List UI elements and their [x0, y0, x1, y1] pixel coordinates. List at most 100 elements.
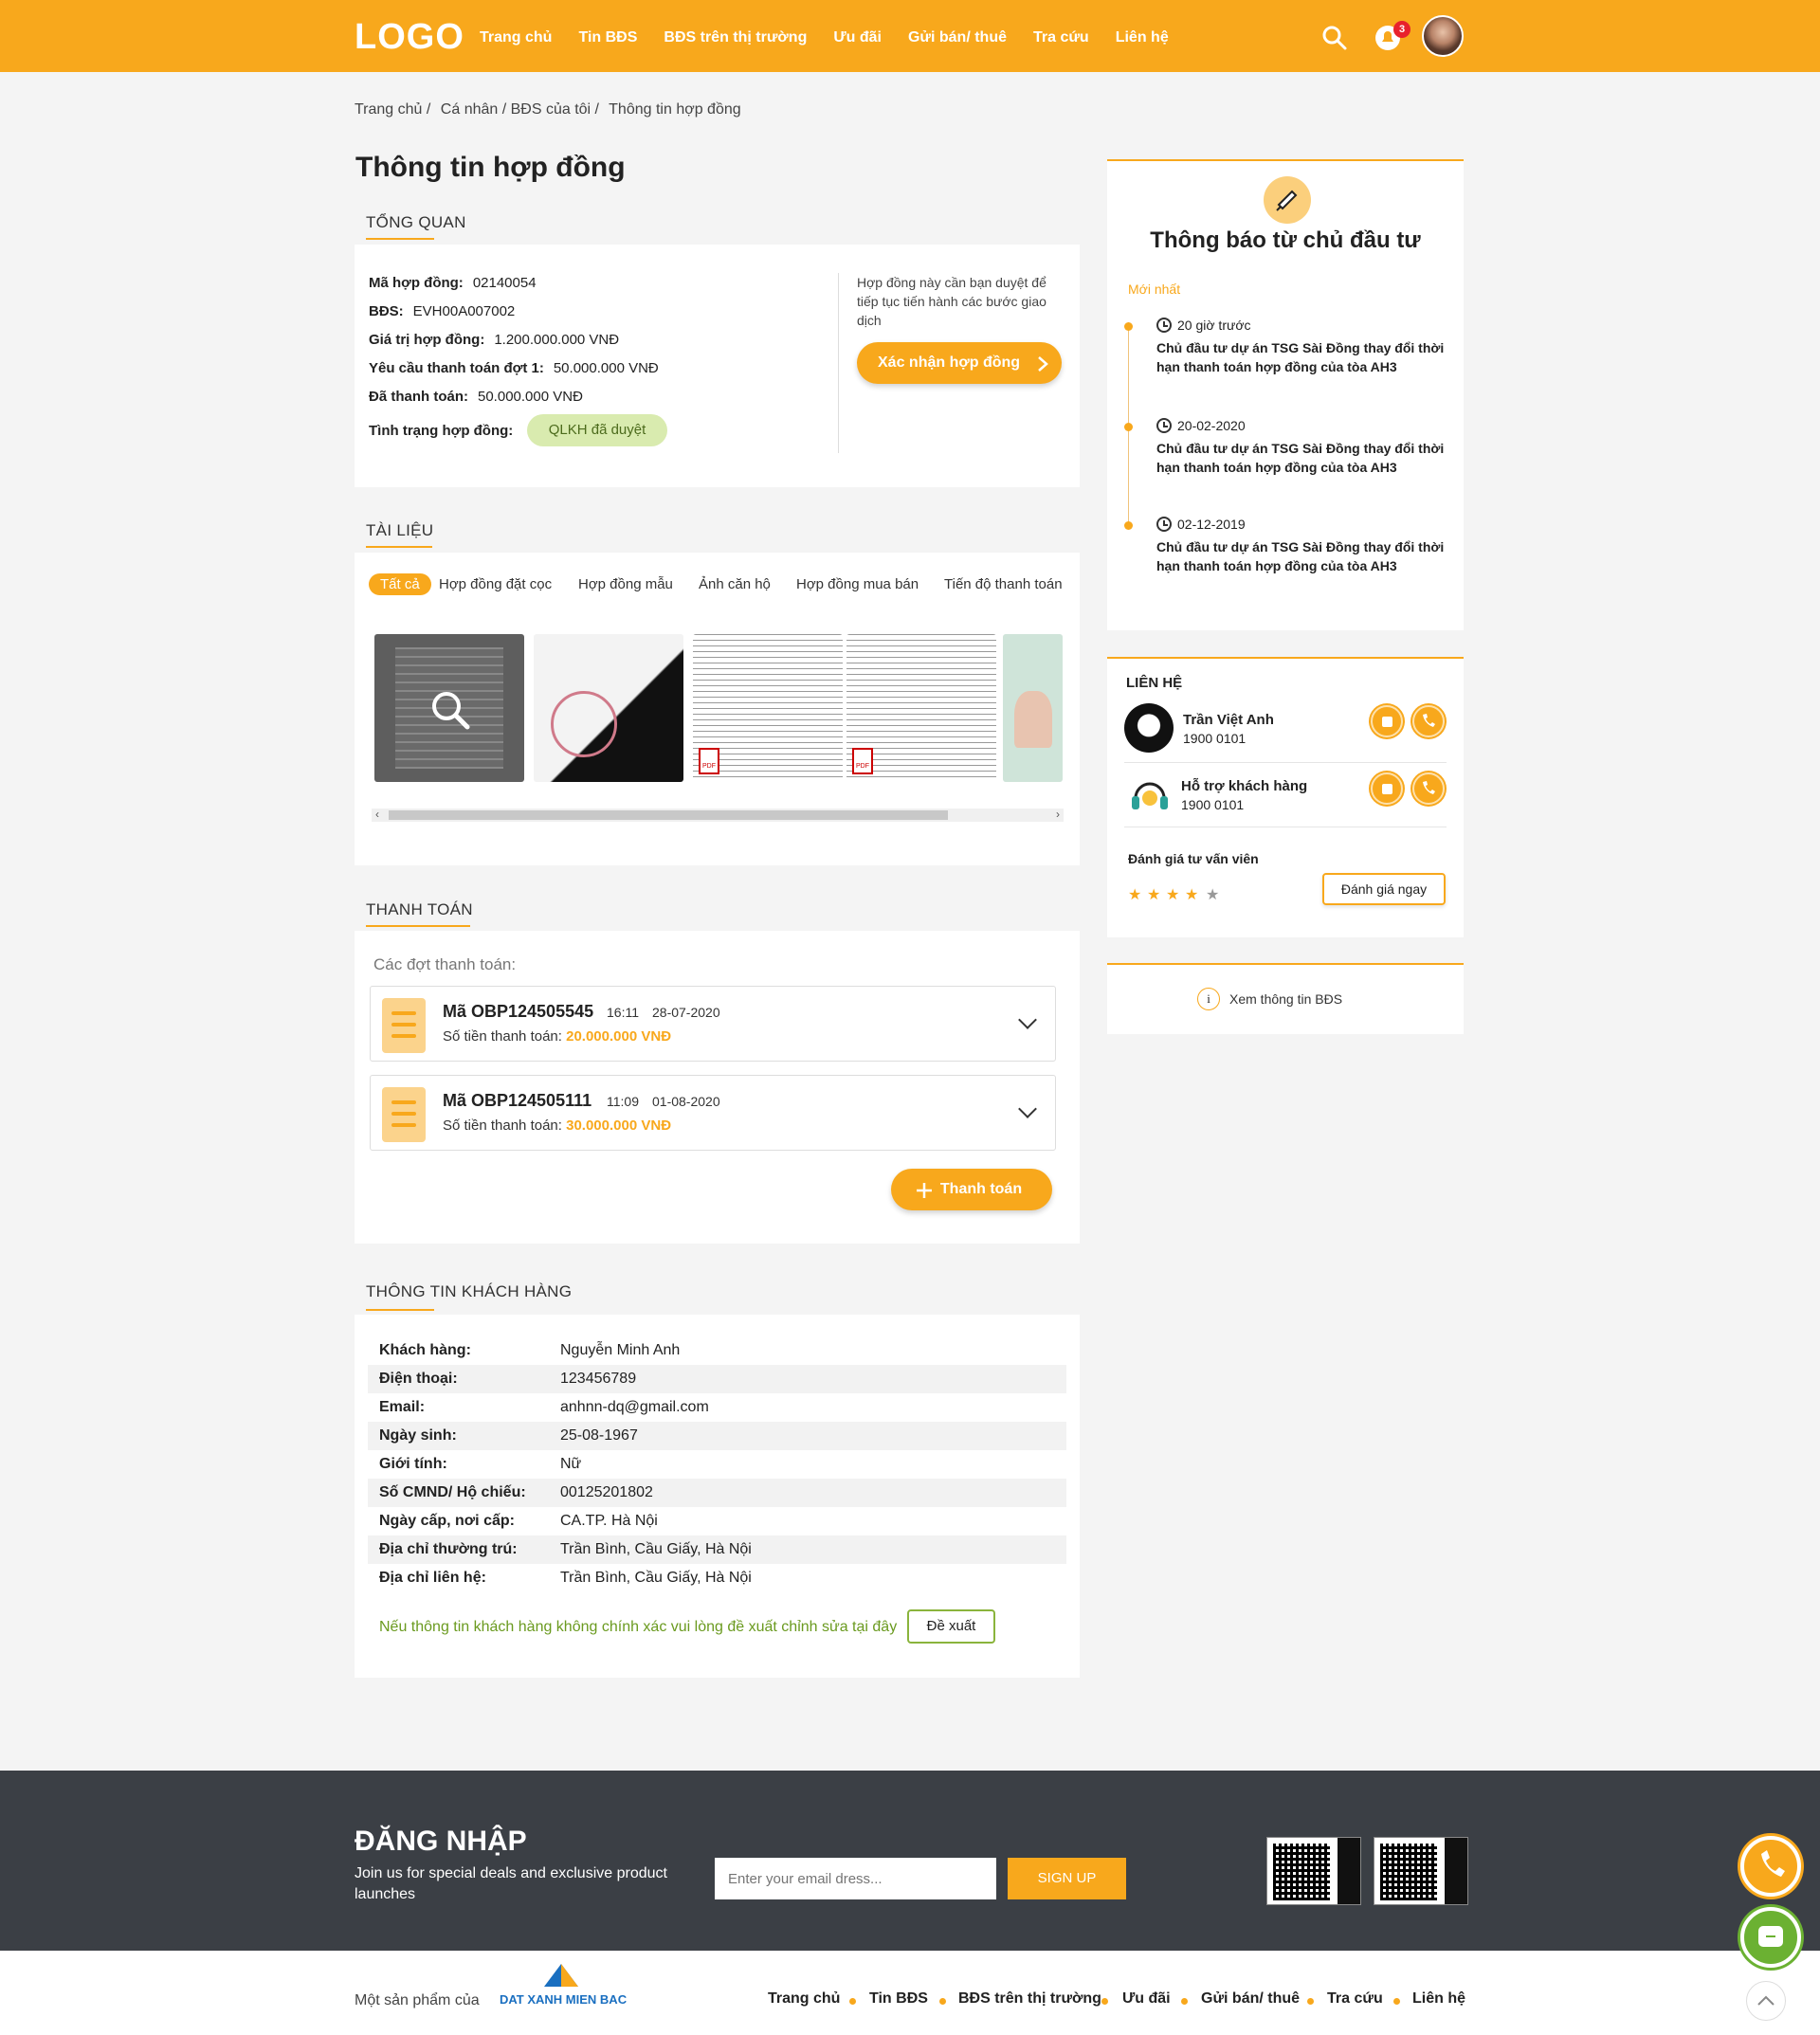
chevron-down-icon[interactable] — [1018, 1099, 1037, 1118]
product-of: Một sản phẩm của — [355, 1992, 480, 2008]
scrollbar-thumb[interactable] — [389, 810, 948, 820]
chevron-down-icon[interactable] — [1018, 1010, 1037, 1029]
brand-name[interactable]: DAT XANH MIEN BAC — [500, 1992, 627, 2007]
star-icon[interactable]: ★ — [1166, 885, 1179, 904]
nav-sell-rent[interactable]: Gửi bán/ thuê — [908, 29, 1007, 46]
support-name: Hỗ trợ khách hàng — [1181, 778, 1308, 794]
nav-dot — [939, 1998, 946, 2005]
view-property-link[interactable]: Xem thông tin BĐS — [1229, 991, 1342, 1007]
propose-button[interactable]: Đề xuất — [907, 1609, 995, 1644]
footer-nav-lookup[interactable]: Tra cứu — [1327, 1990, 1383, 2008]
advisor-phone: 1900 0101 — [1183, 731, 1247, 746]
breadcrumb-my-property[interactable]: Cá nhân / BĐS của tôi / — [441, 101, 599, 118]
label: Giới tính: — [379, 1456, 447, 1472]
tab-all[interactable]: Tất cả — [369, 573, 431, 595]
app-store-qr[interactable] — [1266, 1837, 1361, 1905]
table-row: Địa chỉ liên hệ: Trần Bình, Cầu Giấy, Hà … — [368, 1564, 1066, 1592]
payment-item[interactable]: Mã OBP124505111 11:09 01-08-2020 Số tiền… — [370, 1075, 1056, 1151]
breadcrumb-home[interactable]: Trang chủ / — [355, 101, 430, 118]
google-play-qr[interactable] — [1374, 1837, 1468, 1905]
nav-offers[interactable]: Ưu đãi — [833, 29, 882, 46]
search-icon[interactable] — [1321, 25, 1348, 51]
notice-item[interactable]: 20 giờ trước Chủ đầu tư dự án TSG Sài Đồ… — [1156, 318, 1450, 376]
confirm-note: Hợp đồng này cần bạn duyệt để tiếp tục t… — [857, 275, 1046, 328]
footer-nav-home[interactable]: Trang chủ — [768, 1990, 840, 2008]
payment-item[interactable]: Mã OBP124505545 16:11 28-07-2020 Số tiền… — [370, 986, 1056, 1062]
star-icon[interactable]: ★ — [1147, 885, 1160, 904]
star-icon[interactable]: ★ — [1206, 885, 1219, 904]
table-row: Địa chỉ thường trú: Trần Bình, Cầu Giấy, … — [368, 1535, 1066, 1564]
zoom-icon — [432, 692, 470, 730]
footer-nav-sell-rent[interactable]: Gửi bán/ thuê — [1201, 1990, 1300, 2008]
notification-badge: 3 — [1393, 21, 1410, 38]
chat-icon[interactable] — [1371, 705, 1403, 737]
footer-nav-contact[interactable]: Liên hệ — [1412, 1990, 1465, 2008]
notice-time: 20 giờ trước — [1177, 318, 1251, 333]
nav-news[interactable]: Tin BĐS — [578, 29, 637, 46]
tab-purchase-contract[interactable]: Hợp đồng mua bán — [796, 576, 919, 592]
clock-icon — [1156, 418, 1172, 433]
footer-nav-news[interactable]: Tin BĐS — [869, 1990, 928, 2008]
footer-nav-market[interactable]: BĐS trên thị trường — [958, 1990, 1101, 2008]
tab-apartment-photos[interactable]: Ảnh căn hộ — [699, 576, 771, 592]
receipt-icon — [382, 998, 426, 1053]
document-thumbnail[interactable] — [534, 634, 683, 782]
signup-button[interactable]: SIGN UP — [1008, 1858, 1126, 1899]
scroll-left-arrow[interactable]: ‹ — [375, 808, 379, 821]
nav-lookup[interactable]: Tra cứu — [1033, 29, 1089, 46]
breadcrumb-current: Thông tin hợp đồng — [609, 101, 741, 118]
customer-title: THÔNG TIN KHÁCH HÀNG — [366, 1282, 573, 1300]
value: 25-08-1967 — [560, 1427, 638, 1444]
payment-subtitle: Các đợt thanh toán: — [373, 955, 517, 973]
pdf-icon: PDF — [852, 748, 873, 774]
star-icon[interactable]: ★ — [1128, 885, 1141, 904]
divider — [838, 273, 839, 453]
tab-sample-contract[interactable]: Hợp đồng mẫu — [578, 576, 673, 592]
logo[interactable]: LOGO — [355, 17, 464, 58]
document-thumbnail[interactable]: PDF — [846, 634, 996, 782]
footer-nav-offers[interactable]: Ưu đãi — [1122, 1990, 1171, 2008]
document-thumbnail[interactable] — [1003, 634, 1063, 782]
email-input[interactable] — [715, 1858, 996, 1899]
notice-item[interactable]: 20-02-2020 Chủ đầu tư dự án TSG Sài Đồng… — [1156, 418, 1450, 477]
advisor-name: Trần Việt Anh — [1183, 712, 1274, 728]
label: Địa chỉ liên hệ: — [379, 1570, 486, 1586]
notice-item[interactable]: 02-12-2019 Chủ đầu tư dự án TSG Sài Đồng… — [1156, 517, 1450, 575]
floating-call-button[interactable] — [1740, 1836, 1801, 1897]
value: CA.TP. Hà Nội — [560, 1513, 658, 1529]
phone-icon[interactable] — [1412, 705, 1445, 737]
nav-home[interactable]: Trang chủ — [480, 29, 552, 46]
value: anhnn-dq@gmail.com — [560, 1399, 709, 1415]
docs-title: TÀI LIỆU — [366, 521, 434, 539]
confirm-contract-button[interactable]: Xác nhận hợp đồng — [857, 342, 1062, 384]
document-thumbnail[interactable] — [374, 634, 524, 782]
notices-title: Thông báo từ chủ đầu tư — [1150, 227, 1421, 253]
phone-icon — [1761, 1850, 1785, 1877]
pdf-icon: PDF — [699, 748, 719, 774]
chat-icon[interactable] — [1371, 772, 1403, 805]
star-icon[interactable]: ★ — [1185, 885, 1198, 904]
horizontal-scrollbar[interactable]: ‹ › — [372, 808, 1064, 822]
nav-contact[interactable]: Liên hệ — [1116, 29, 1169, 46]
value: Nữ — [560, 1456, 582, 1472]
tab-payment-schedule[interactable]: Tiến độ thanh toán — [944, 576, 1063, 592]
pay-button[interactable]: Thanh toán — [891, 1169, 1052, 1210]
scroll-top-button[interactable] — [1746, 1981, 1786, 2021]
rate-now-button[interactable]: Đánh giá ngay — [1322, 873, 1446, 905]
label: Địa chỉ thường trú: — [379, 1541, 518, 1557]
scroll-right-arrow[interactable]: › — [1056, 808, 1060, 821]
value: 50.000.000 VNĐ — [478, 389, 583, 405]
nav-dot — [849, 1998, 856, 2005]
table-row: Ngày sinh: 25-08-1967 — [368, 1422, 1066, 1450]
correction-note: Nếu thông tin khách hàng không chính xác… — [379, 1619, 898, 1635]
nav-dot — [1393, 1998, 1400, 2005]
phone-icon[interactable] — [1412, 772, 1445, 805]
value: 20.000.000 VNĐ — [566, 1028, 672, 1045]
document-thumbnail[interactable]: PDF — [693, 634, 843, 782]
tab-deposit-contract[interactable]: Hợp đồng đặt cọc — [439, 576, 552, 592]
table-row: Ngày cấp, nơi cấp: CA.TP. Hà Nội — [368, 1507, 1066, 1535]
nav-market[interactable]: BĐS trên thị trường — [664, 29, 807, 46]
floating-chat-button[interactable] — [1740, 1907, 1801, 1968]
user-avatar[interactable] — [1422, 15, 1464, 57]
label: Email: — [379, 1399, 426, 1415]
